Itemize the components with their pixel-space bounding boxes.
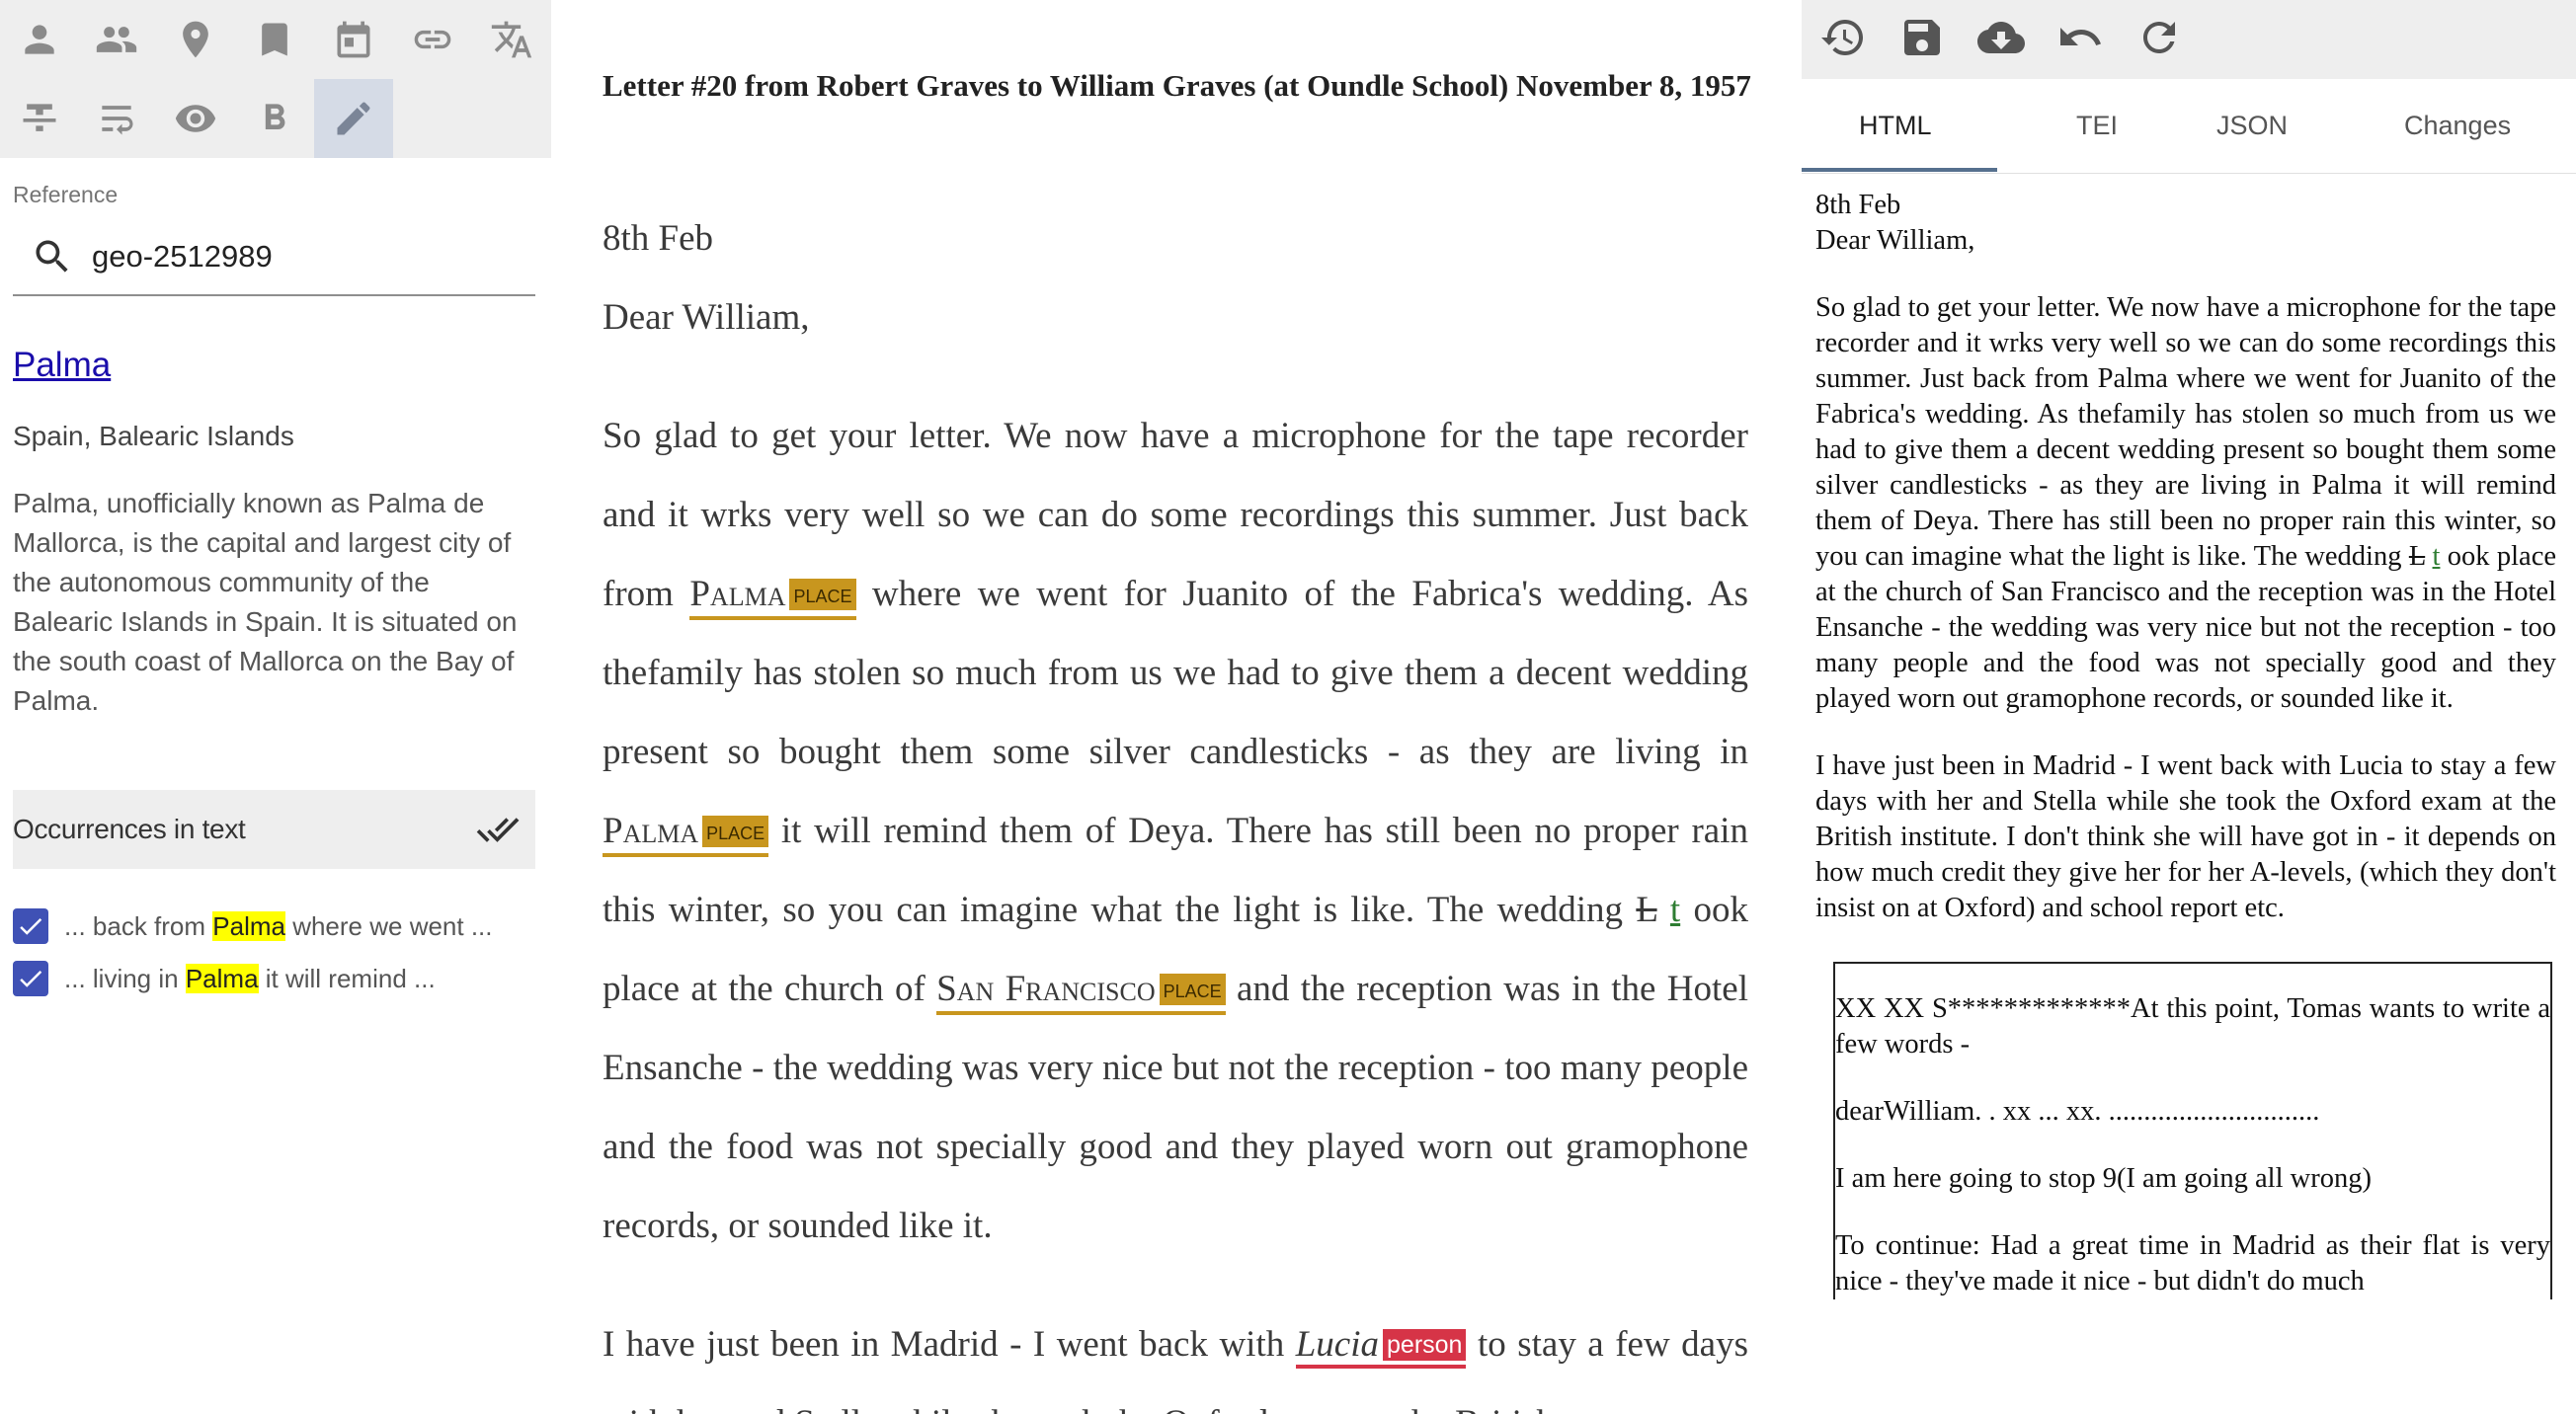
- tab-tei[interactable]: TEI: [2076, 111, 2118, 141]
- preview-note-line: I am here going to stop 9(I am going all…: [1835, 1163, 2372, 1194]
- entity-description: Palma, unofficially known as Palma de Ma…: [13, 488, 518, 716]
- save-icon: [1904, 20, 1940, 55]
- visibility-tool-button[interactable]: [156, 79, 235, 158]
- person-tag: person: [1383, 1329, 1467, 1361]
- wrap-tool-button[interactable]: [77, 79, 156, 158]
- occurrence-checkbox[interactable]: [13, 961, 48, 996]
- undo-button[interactable]: [2056, 14, 2108, 65]
- redo-icon: [2143, 22, 2175, 53]
- select-all-occurrences-button[interactable]: [474, 808, 522, 851]
- cloud-download-icon: [1977, 22, 2025, 53]
- link-icon: [414, 30, 451, 49]
- edit-icon: [337, 102, 370, 135]
- search-icon: [36, 240, 68, 273]
- output-panel: HTML TEI JSON Changes 8th Feb Dear Willi…: [1802, 0, 2576, 1414]
- letter-paragraph-2[interactable]: I have just been in Madrid - I went back…: [603, 1305, 1748, 1414]
- date-tool-button[interactable]: [314, 0, 393, 79]
- html-preview[interactable]: 8th Feb Dear William, So glad to get you…: [1815, 188, 2556, 1414]
- bold-tool-button[interactable]: [235, 79, 314, 158]
- save-button[interactable]: [1898, 14, 1950, 65]
- done-all-icon: [476, 818, 520, 842]
- active-tab-indicator: [1802, 168, 1997, 172]
- occurrence-item[interactable]: ... back from Palma where we went ...: [13, 905, 493, 947]
- place-annotation[interactable]: Palma place: [689, 574, 856, 620]
- person-annotation[interactable]: Lucia person: [1295, 1324, 1467, 1369]
- occurrence-snippet: ... living in Palma it will remind ...: [64, 963, 436, 993]
- undo-icon: [2060, 28, 2101, 45]
- tab-json[interactable]: JSON: [2216, 111, 2288, 141]
- occurrence-checkbox[interactable]: [13, 908, 48, 944]
- calendar-icon: [337, 21, 370, 58]
- editor-text-pane[interactable]: Letter #20 from Robert Graves to William…: [551, 0, 1802, 1414]
- annotation-toolbar: [0, 0, 551, 158]
- wrap-text-icon: [102, 106, 133, 135]
- deletion-mark[interactable]: L: [1636, 890, 1656, 930]
- preview-note-line: dearWilliam. . xx ... xx. ..............…: [1835, 1096, 2320, 1127]
- strikethrough-icon: [23, 104, 56, 131]
- tab-changes[interactable]: Changes: [2404, 111, 2511, 141]
- place-tag: place: [1159, 974, 1226, 1005]
- bookmark-tool-button[interactable]: [235, 0, 314, 79]
- place-tag: place: [702, 816, 769, 847]
- link-tool-button[interactable]: [393, 0, 472, 79]
- place-tool-button[interactable]: [156, 0, 235, 79]
- entity-location: Spain, Balearic Islands: [13, 421, 294, 451]
- preview-note-box: XX XX S*************At this point, Tomas…: [1833, 962, 2552, 1299]
- place-annotation[interactable]: San Francisco place: [936, 969, 1226, 1015]
- preview-paragraph-1: So glad to get your letter. We now have …: [1815, 292, 2556, 714]
- letter-date: 8th Feb: [603, 218, 714, 259]
- translate-tool-button[interactable]: [472, 0, 551, 79]
- letter-salutation: Dear William,: [603, 297, 810, 338]
- person-tool-button[interactable]: [0, 0, 79, 79]
- person-icon: [25, 25, 54, 54]
- occurrence-snippet: ... back from Palma where we went ...: [64, 910, 493, 941]
- occurrences-title: Occurrences in text: [13, 814, 246, 844]
- reference-field[interactable]: [13, 219, 535, 296]
- reference-label: Reference: [13, 182, 119, 207]
- occurrence-item[interactable]: ... living in Palma it will remind ...: [13, 958, 436, 999]
- history-button[interactable]: [1819, 14, 1871, 65]
- strikethrough-tool-button[interactable]: [0, 79, 79, 158]
- reference-input[interactable]: [92, 229, 517, 284]
- edit-tool-button[interactable]: [314, 79, 393, 158]
- entity-sidebar: Reference Palma Spain, Balearic Islands …: [0, 0, 551, 1414]
- bookmark-icon: [262, 23, 287, 56]
- preview-deletion: L: [2408, 541, 2426, 572]
- addition-mark[interactable]: t: [1670, 890, 1680, 930]
- preview-salutation: Dear William,: [1815, 225, 1975, 256]
- place-tag: place: [789, 579, 856, 610]
- eye-icon: [175, 105, 216, 132]
- preview-note-line: To continue: Had a great time in Madrid …: [1835, 1230, 2550, 1296]
- people-tool-button[interactable]: [77, 0, 156, 79]
- checkmark-icon: [20, 971, 42, 987]
- tab-html[interactable]: HTML: [1859, 111, 1932, 141]
- people-icon: [96, 27, 137, 52]
- preview-note-line: XX XX S*************At this point, Tomas…: [1835, 993, 2550, 1060]
- document-title: Letter #20 from Robert Graves to William…: [603, 68, 1751, 103]
- document-toolbar: [1802, 0, 2576, 79]
- entity-name-link[interactable]: Palma: [13, 346, 111, 385]
- checkmark-icon: [20, 918, 42, 935]
- letter-paragraph-1[interactable]: So glad to get your letter. We now have …: [603, 397, 1748, 1266]
- occurrences-header: Occurrences in text: [13, 790, 535, 869]
- preview-date: 8th Feb: [1815, 190, 1901, 220]
- download-button[interactable]: [1977, 14, 2029, 65]
- translate-icon: [491, 21, 532, 58]
- redo-button[interactable]: [2135, 14, 2187, 65]
- occurrence-match: Palma: [185, 963, 259, 993]
- history-icon: [1821, 20, 1863, 55]
- output-tabs: HTML TEI JSON Changes: [1802, 79, 2576, 174]
- bold-icon: [265, 104, 285, 129]
- occurrence-match: Palma: [212, 910, 285, 941]
- place-icon: [183, 21, 208, 58]
- place-annotation[interactable]: Palma place: [603, 811, 769, 857]
- preview-paragraph-2: I have just been in Madrid - I went back…: [1815, 750, 2556, 923]
